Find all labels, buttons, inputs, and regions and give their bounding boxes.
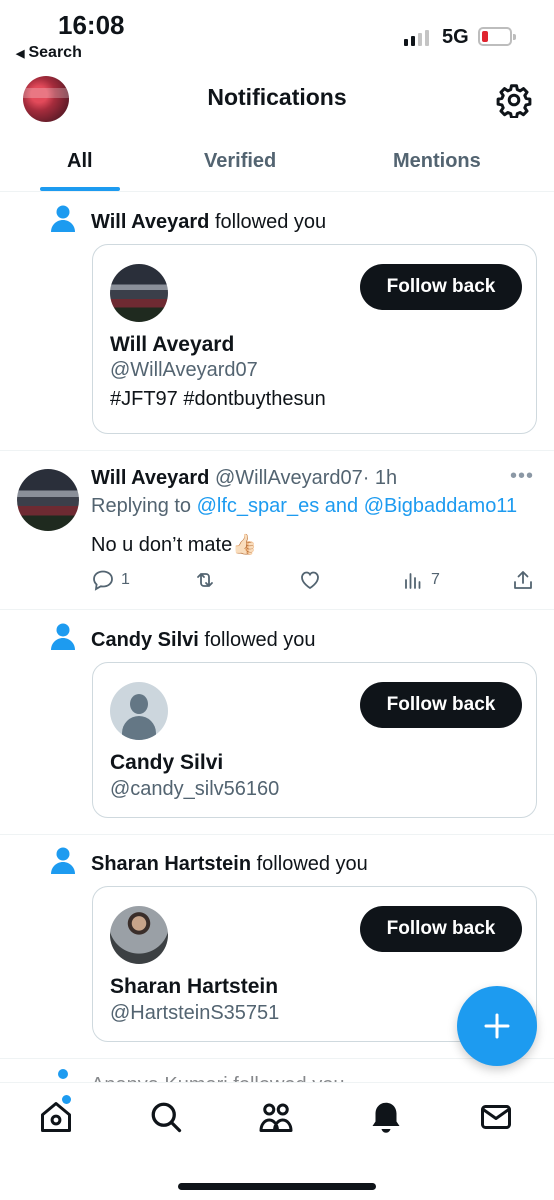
communities-icon[interactable] <box>258 1099 294 1135</box>
replying-to: Replying to @lfc_spar_es and @Bigbaddamo… <box>91 495 517 518</box>
notifications-bell-icon[interactable] <box>368 1099 404 1135</box>
avatar[interactable] <box>110 264 168 322</box>
notification-action: followed you <box>204 629 316 651</box>
user-name: Candy Silvi <box>110 751 224 774</box>
notification-text: Sharan Hartstein followed you <box>91 853 368 876</box>
tweet-time: · 1h <box>362 467 398 489</box>
follow-notification[interactable]: Will Aveyard followed you Follow back Wi… <box>0 193 554 451</box>
notification-tabs: All Verified Mentions <box>0 140 554 192</box>
user-handle: @candy_silv56160 <box>110 778 280 800</box>
search-icon[interactable] <box>148 1099 184 1135</box>
battery-icon <box>478 27 516 46</box>
tweet-author-handle: @WillAveyard07 <box>214 467 363 489</box>
bottom-navigation <box>0 1082 554 1200</box>
user-name: Will Aveyard <box>110 333 235 356</box>
mention-link[interactable]: @lfc_spar_es <box>197 495 320 517</box>
network-type: 5G <box>442 26 469 48</box>
retweet-icon <box>197 573 213 587</box>
tweet-author-name[interactable]: Will Aveyard <box>91 467 209 489</box>
person-icon <box>51 205 75 232</box>
views-button[interactable]: 7 <box>401 568 440 592</box>
follow-back-button[interactable]: Follow back <box>360 264 522 310</box>
home-icon[interactable] <box>38 1099 74 1135</box>
notification-action: followed you <box>256 853 368 875</box>
active-tab-indicator <box>40 187 120 191</box>
cell-signal-icon <box>404 28 429 46</box>
messages-icon[interactable] <box>478 1099 514 1135</box>
back-label: Search <box>28 44 82 61</box>
retweet-button[interactable] <box>193 568 223 592</box>
and-text: and <box>324 495 359 517</box>
compose-button[interactable] <box>457 986 537 1066</box>
tweet[interactable]: Will Aveyard @WillAveyard07· 1h ••• Repl… <box>0 452 554 610</box>
user-card[interactable]: Follow back Candy Silvi @candy_silv56160 <box>92 662 537 818</box>
person-icon <box>51 623 75 650</box>
status-bar: 16:08 ◀ Search 5G <box>0 0 554 70</box>
tweet-actions: 1 7 <box>91 568 536 596</box>
user-handle: @WillAveyard07 <box>110 359 258 381</box>
more-options-icon[interactable]: ••• <box>510 465 534 488</box>
reply-icon <box>93 570 113 591</box>
follower-name[interactable]: Will Aveyard <box>91 211 209 233</box>
tab-all[interactable]: All <box>67 150 93 173</box>
views-chart-icon <box>405 573 421 589</box>
gear-icon[interactable] <box>496 82 532 118</box>
avatar[interactable] <box>110 906 168 964</box>
page-title: Notifications <box>207 84 347 110</box>
view-count: 7 <box>431 571 440 588</box>
mention-link[interactable]: @Bigbaddamo11 <box>364 495 517 517</box>
home-unread-dot <box>62 1095 71 1104</box>
home-indicator[interactable] <box>178 1183 376 1190</box>
user-name: Sharan Hartstein <box>110 975 279 998</box>
back-to-search-link[interactable]: ◀ Search <box>16 44 82 62</box>
replying-prefix: Replying to <box>91 495 192 517</box>
back-arrow-icon: ◀ <box>16 47 25 60</box>
share-button[interactable] <box>511 568 535 592</box>
person-icon <box>51 847 75 874</box>
unread-dot <box>58 1069 68 1079</box>
follower-name[interactable]: Sharan Hartstein <box>91 853 251 875</box>
avatar[interactable] <box>17 469 79 531</box>
default-avatar-icon[interactable] <box>110 682 168 740</box>
notification-text: Will Aveyard followed you <box>91 211 326 234</box>
follow-notification[interactable]: Candy Silvi followed you Follow back Can… <box>0 611 554 835</box>
notification-action: followed you <box>214 211 327 233</box>
reply-button[interactable]: 1 <box>91 568 130 592</box>
notification-text: Candy Silvi followed you <box>91 629 316 652</box>
tab-mentions[interactable]: Mentions <box>393 150 481 173</box>
heart-icon <box>301 571 319 590</box>
partial-notification-text[interactable]: Ananya Kumari followed you <box>91 1074 344 1082</box>
user-handle: @HartsteinS35751 <box>110 1002 280 1024</box>
user-card[interactable]: Follow back Will Aveyard @WillAveyard07 … <box>92 244 537 434</box>
plus-icon <box>484 1013 510 1039</box>
tweet-header: Will Aveyard @WillAveyard07· 1h <box>91 467 397 490</box>
tweet-text: No u don’t mate👍🏻 <box>91 534 258 556</box>
follow-back-button[interactable]: Follow back <box>360 906 522 952</box>
share-icon <box>514 571 532 589</box>
top-bar: Notifications <box>0 72 554 128</box>
status-time: 16:08 <box>58 10 125 40</box>
user-bio: #JFT97 #dontbuythesun <box>110 388 326 410</box>
follower-name[interactable]: Candy Silvi <box>91 629 199 651</box>
reply-count: 1 <box>121 571 130 588</box>
like-button[interactable] <box>298 568 328 592</box>
follow-back-button[interactable]: Follow back <box>360 682 522 728</box>
tab-verified[interactable]: Verified <box>204 150 276 173</box>
